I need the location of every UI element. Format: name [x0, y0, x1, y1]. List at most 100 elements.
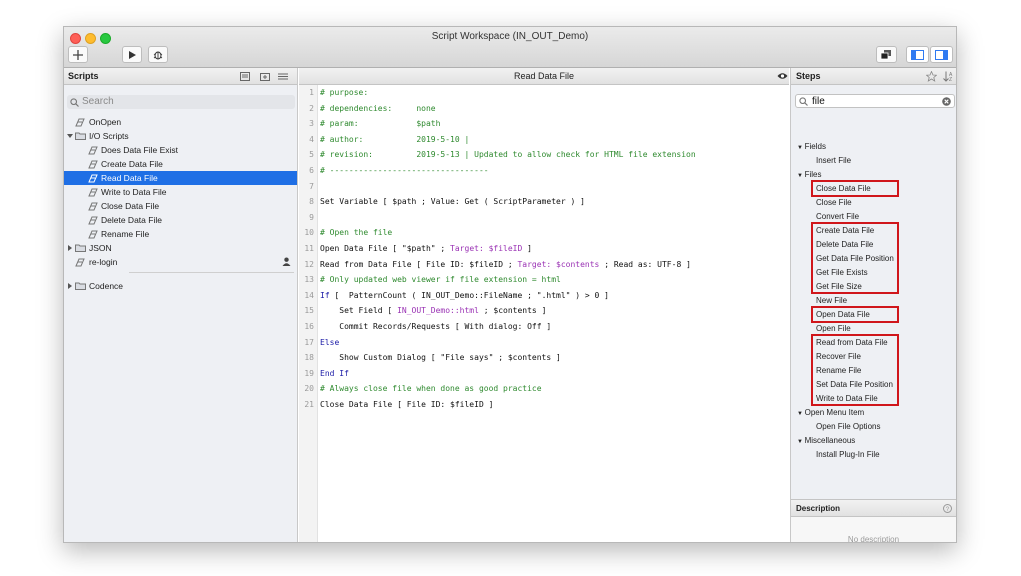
copy-steps-button[interactable] — [876, 46, 897, 63]
user-icon — [282, 257, 291, 266]
separator-icon[interactable] — [278, 72, 288, 81]
toggle-steps-pane-button[interactable] — [930, 46, 953, 63]
code-line[interactable]: Commit Records/Requests [ With dialog: O… — [320, 322, 551, 331]
code-line[interactable]: Read from Data File [ File ID: $fileID ;… — [320, 260, 691, 269]
step-category[interactable]: ▼ Miscellaneous — [797, 435, 855, 448]
script-item-re-login[interactable]: re-login — [64, 255, 297, 269]
disclosure-open-icon[interactable]: ▼ — [797, 145, 805, 151]
script-item-rename-file[interactable]: Rename File — [64, 227, 297, 241]
code-line[interactable]: # --------------------------------- — [320, 166, 489, 175]
script-item-close-data-file[interactable]: Close Data File — [64, 199, 297, 213]
new-script-button[interactable] — [68, 46, 88, 63]
line-number: 15 — [304, 306, 314, 316]
disclosure-open-icon[interactable]: ▼ — [797, 439, 805, 445]
code-line[interactable]: Open Data File [ "$path" ; Target: $file… — [320, 244, 532, 253]
line-number: 5 — [309, 150, 314, 160]
script-editor[interactable]: Read Data File 1 2 3 4 5 6 7 8 9 10 11 12 13 14 15 16 17… — [299, 68, 789, 542]
code-line[interactable]: # Open the file — [320, 228, 392, 237]
code-token: Close Data File [ File ID: $fileID ] — [320, 400, 494, 409]
folder-item-codence[interactable]: Codence — [64, 279, 297, 293]
line-number: 7 — [309, 181, 314, 191]
script-icon — [75, 118, 85, 127]
code-line[interactable]: # Only updated web viewer if file extens… — [320, 275, 561, 284]
script-item-does-data-file-exist[interactable]: Does Data File Exist — [64, 143, 297, 157]
step-label: Open File — [816, 324, 851, 333]
script-icon — [88, 174, 98, 183]
code-line[interactable]: Close Data File [ File ID: $fileID ] — [320, 400, 493, 409]
clear-search-icon[interactable] — [942, 97, 951, 106]
new-folder-icon[interactable] — [260, 72, 270, 81]
eye-icon[interactable] — [777, 72, 788, 80]
code-line[interactable]: Set Variable [ $path ; Value: Get ( Scri… — [320, 197, 585, 206]
steps-panel: Steps AZ file ▼ Fields Insert File ▼ Files… — [777, 68, 956, 542]
folder-item-json[interactable]: JSON — [64, 241, 297, 255]
code-token: # Always close file when done as good pr… — [320, 384, 542, 394]
code-line[interactable]: Show Custom Dialog [ "File says" ; $cont… — [320, 353, 561, 362]
script-item-delete-data-file[interactable]: Delete Data File — [64, 213, 297, 227]
line-number: 19 — [304, 368, 314, 378]
step-category[interactable]: ▼ Fields — [797, 141, 826, 154]
script-item-create-data-file[interactable]: Create Data File — [64, 157, 297, 171]
step-category[interactable]: ▼ Open Menu Item — [797, 407, 864, 420]
code-token: Show Custom Dialog [ "File says" ; $cont… — [320, 353, 561, 363]
toggle-scripts-pane-button[interactable] — [906, 46, 929, 63]
code-line[interactable]: Else — [320, 338, 339, 347]
step-label: Convert File — [816, 212, 860, 221]
sort-icon[interactable]: AZ — [943, 71, 954, 82]
code-line[interactable]: # dependencies: none — [320, 104, 436, 113]
plus-icon — [73, 49, 83, 60]
code-line[interactable]: # param: $path — [320, 119, 440, 128]
code-line[interactable]: # revision: 2019-5-13 | Updated to allow… — [320, 150, 696, 159]
step-item[interactable]: Close File — [816, 197, 852, 209]
search-icon — [70, 98, 79, 107]
new-script-file-icon[interactable] — [240, 72, 250, 81]
code-token: If — [320, 290, 330, 300]
step-item[interactable]: Insert File — [816, 155, 851, 167]
code-token: Open Data File [ "$path" ; — [320, 244, 451, 253]
step-label: Files — [804, 170, 822, 179]
code-line[interactable]: End If — [320, 369, 349, 378]
step-item[interactable]: Open File Options — [816, 421, 880, 433]
folder-item-io-scripts[interactable]: I/O Scripts — [64, 129, 297, 143]
code-token: ; $contents ] — [478, 306, 547, 316]
code-token: End If — [320, 368, 349, 378]
scripts-search-field[interactable]: Search — [67, 95, 295, 109]
code-line[interactable]: Set Field [ IN_OUT_Demo::html ; $content… — [320, 306, 546, 315]
window-title: Script Workspace (IN_OUT_Demo) — [431, 31, 589, 42]
code-line[interactable]: # Always close file when done as good pr… — [320, 384, 542, 393]
help-icon[interactable]: ? — [943, 504, 952, 513]
run-script-button[interactable] — [122, 46, 142, 63]
disclosure-closed-icon[interactable] — [67, 283, 73, 289]
right-pane-icon — [935, 49, 948, 60]
code-token: # purpose: — [320, 88, 369, 97]
debug-script-button[interactable] — [148, 46, 168, 63]
bug-icon — [153, 51, 163, 59]
script-icon — [75, 258, 85, 267]
code-token: Set Field [ — [320, 306, 398, 316]
disclosure-open-icon[interactable]: ▼ — [797, 173, 805, 179]
script-item-onopen[interactable]: OnOpen — [64, 115, 297, 129]
disclosure-open-icon[interactable]: ▼ — [797, 411, 805, 417]
code-token: # param: $path — [320, 119, 441, 129]
code-line[interactable]: If [ PatternCount ( IN_OUT_Demo::FileNam… — [320, 291, 609, 300]
step-item[interactable]: Install Plug-In File — [816, 449, 880, 461]
code-token: [ PatternCount ( IN_OUT_Demo::FileName ;… — [329, 290, 609, 300]
stack-icon — [881, 49, 891, 59]
code-token: Read from Data File [ File ID: $fileID ; — [320, 259, 518, 269]
highlight-box — [811, 180, 899, 197]
left-pane-icon — [911, 49, 924, 60]
editor-header: Read Data File — [299, 68, 789, 85]
script-item-write-to-data-file[interactable]: Write to Data File — [64, 185, 297, 199]
step-label: Close File — [816, 198, 852, 207]
steps-search-field[interactable]: file — [795, 94, 955, 108]
code-line[interactable]: # author: 2019-5-10 | — [320, 135, 469, 144]
line-number: 13 — [304, 275, 314, 285]
script-icon — [88, 202, 98, 211]
disclosure-closed-icon[interactable] — [67, 245, 73, 251]
script-item-read-data-file[interactable]: Read Data File — [64, 171, 297, 185]
code-line[interactable]: # purpose: — [320, 88, 368, 97]
disclosure-open-icon[interactable] — [67, 133, 73, 139]
star-icon[interactable] — [926, 71, 937, 82]
script-title: Read Data File — [513, 71, 575, 81]
highlight-box — [811, 222, 899, 294]
